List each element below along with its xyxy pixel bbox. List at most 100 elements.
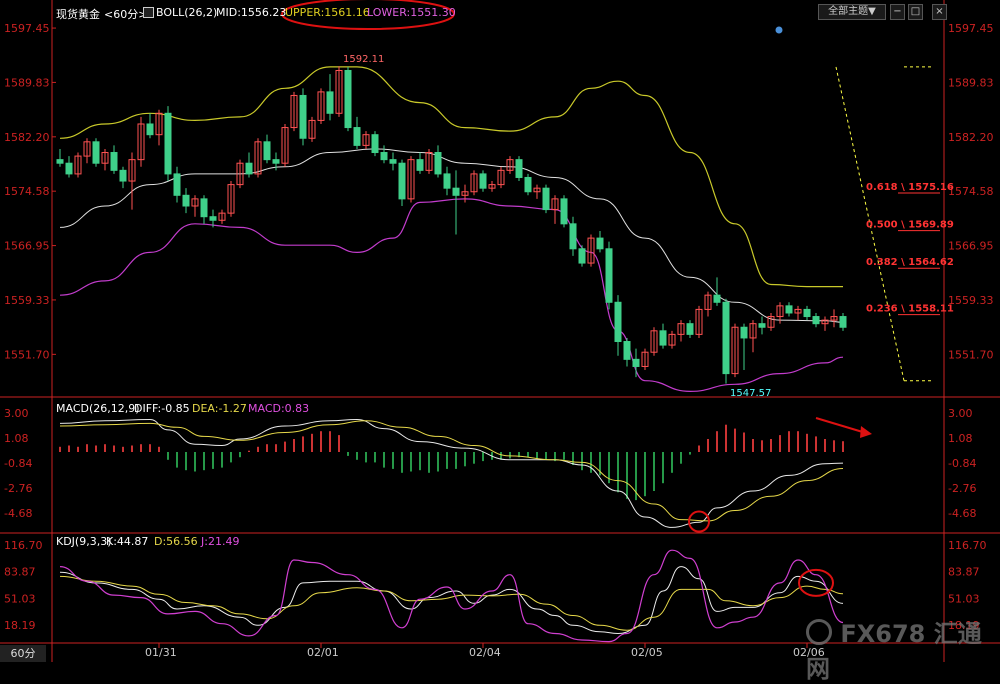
candle-bear bbox=[173, 173, 181, 196]
macd-title: MACD(26,12,9) bbox=[56, 402, 140, 415]
candle-bear bbox=[92, 141, 100, 164]
kdj-title: KDJ(9,3,3) bbox=[56, 535, 112, 548]
fib-level-label-1: 0.500 \ 1569.89 bbox=[866, 220, 954, 231]
candle-bear bbox=[389, 159, 397, 164]
candle-bear bbox=[569, 223, 577, 250]
candle-bear bbox=[452, 187, 460, 196]
candle-bear bbox=[398, 162, 406, 200]
candle-bear bbox=[812, 316, 820, 325]
price-tick-left-3: 1574.58 bbox=[4, 185, 50, 198]
price-tick-right-5: 1559.33 bbox=[948, 294, 994, 307]
candle-bear bbox=[182, 194, 190, 207]
watermark-logo-icon bbox=[806, 618, 832, 645]
candle-bear bbox=[146, 123, 154, 136]
price-tick-right-1: 1589.83 bbox=[948, 76, 994, 89]
window-minus-icon[interactable]: − bbox=[890, 4, 905, 20]
candle-bear bbox=[272, 159, 280, 164]
candle-bear bbox=[416, 159, 424, 171]
candle-bear bbox=[596, 237, 604, 250]
price-tick-left-2: 1582.20 bbox=[4, 131, 50, 144]
candle-bear bbox=[758, 323, 766, 328]
price-tick-left-4: 1566.95 bbox=[4, 240, 50, 253]
macd-arrow-head-icon bbox=[860, 426, 872, 438]
price-tick-right-3: 1574.58 bbox=[948, 185, 994, 198]
price-tick-left-5: 1559.33 bbox=[4, 294, 50, 307]
x-label-3: 02/05 bbox=[631, 646, 663, 659]
x-label-1: 02/01 bbox=[307, 646, 339, 659]
kdj-cross-highlight-ellipse bbox=[798, 568, 834, 597]
macd-tick-left-0: 3.00 bbox=[4, 407, 29, 420]
macd-tick-left-3: -2.76 bbox=[4, 482, 32, 495]
fib-level-label-0: 0.618 \ 1575.16 bbox=[866, 182, 954, 193]
candle-bear bbox=[614, 301, 622, 343]
price-tick-right-4: 1566.95 bbox=[948, 240, 994, 253]
price-tick-left-0: 1597.45 bbox=[4, 22, 50, 35]
watermark-text: FX678 汇通网 bbox=[806, 620, 982, 683]
macd-diff-label: DIFF:-0.85 bbox=[134, 402, 190, 415]
price-tick-left-6: 1551.70 bbox=[4, 348, 50, 361]
candle-bear bbox=[803, 308, 811, 318]
candle-bear bbox=[299, 94, 307, 139]
theme-select-button[interactable]: 全部主题▼ bbox=[818, 4, 886, 20]
candle-bear bbox=[380, 152, 388, 161]
candle-bear bbox=[353, 127, 361, 146]
kdj-tick-left-0: 116.70 bbox=[4, 539, 43, 552]
x-label-2: 02/04 bbox=[469, 646, 501, 659]
high-price-label: 1592.11 bbox=[343, 54, 384, 65]
low-price-label: 1547.57 bbox=[730, 388, 771, 399]
kdj-tick-left-1: 83.87 bbox=[4, 566, 36, 579]
macd-cross-highlight-circle bbox=[688, 510, 710, 533]
candle-bear bbox=[686, 323, 694, 335]
candle-bear bbox=[578, 248, 586, 264]
kdj-tick-left-3: 18.19 bbox=[4, 619, 36, 632]
kdj-d-label: D:56.56 bbox=[154, 535, 198, 548]
candle-bear bbox=[164, 112, 172, 175]
macd-tick-right-0: 3.00 bbox=[948, 407, 973, 420]
boll-upper-value: UPPER:1561.16 bbox=[285, 6, 370, 19]
price-tick-right-6: 1551.70 bbox=[948, 348, 994, 361]
macd-arrow-line bbox=[815, 417, 867, 434]
kdj-tick-right-1: 83.87 bbox=[948, 566, 980, 579]
fib-level-label-2: 0.382 \ 1564.62 bbox=[866, 257, 954, 268]
candle-bear bbox=[479, 173, 487, 189]
watermark: FX678 汇通网 bbox=[806, 614, 1000, 684]
macd-tick-left-2: -0.84 bbox=[4, 457, 32, 470]
candle-bear bbox=[209, 216, 217, 221]
window-square-icon[interactable]: □ bbox=[908, 4, 923, 20]
boll-mid-value: MID:1556.23 bbox=[216, 6, 287, 19]
candle-bear bbox=[344, 69, 352, 129]
period-tab[interactable]: 60分 bbox=[0, 645, 46, 662]
candle-bear bbox=[65, 162, 73, 175]
candle-bear bbox=[119, 169, 127, 182]
candle-bear bbox=[524, 176, 532, 193]
candle-bear bbox=[839, 316, 847, 328]
boll-toggle-icon[interactable] bbox=[143, 7, 154, 18]
chart-header: 现货黄金 <60分> BOLL(26,2) MID:1556.23 UPPER:… bbox=[0, 0, 1000, 24]
candle-bear bbox=[623, 341, 631, 360]
macd-tick-right-2: -0.84 bbox=[948, 457, 976, 470]
macd-tick-left-1: 1.08 bbox=[4, 432, 29, 445]
price-tick-left-1: 1589.83 bbox=[4, 76, 50, 89]
candle-bear bbox=[659, 330, 667, 346]
candle-bear bbox=[713, 294, 721, 303]
price-tick-right-0: 1597.45 bbox=[948, 22, 994, 35]
kdj-j-label: J:21.49 bbox=[200, 535, 239, 548]
kdj-j-line bbox=[59, 549, 844, 643]
macd-tick-left-4: -4.68 bbox=[4, 507, 32, 520]
candle-bear bbox=[263, 141, 271, 161]
macd-tick-right-4: -4.68 bbox=[948, 507, 976, 520]
macd-macd-label: MACD:0.83 bbox=[248, 402, 309, 415]
candle-bear bbox=[245, 162, 253, 175]
period-label: <60分> bbox=[104, 8, 148, 21]
fib-level-label-3: 0.236 \ 1558.11 bbox=[866, 304, 954, 315]
macd-tick-right-1: 1.08 bbox=[948, 432, 973, 445]
candle-bear bbox=[515, 159, 523, 178]
macd-tick-right-3: -2.76 bbox=[948, 482, 976, 495]
kdj-tick-left-2: 51.03 bbox=[4, 592, 36, 605]
blue-marker-dot bbox=[775, 26, 783, 34]
x-label-0: 01/31 bbox=[145, 646, 177, 659]
candle-bear bbox=[740, 326, 748, 339]
candle-bear bbox=[605, 248, 613, 303]
window-close-icon[interactable]: × bbox=[932, 4, 947, 20]
candle-bear bbox=[110, 152, 118, 171]
